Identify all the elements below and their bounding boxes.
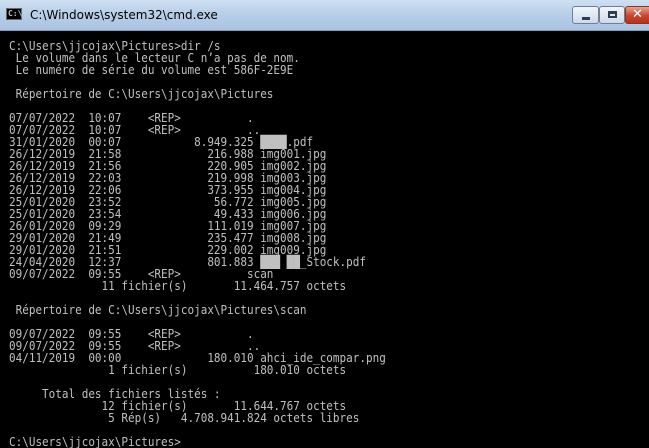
title-bar[interactable]: C:\ C:\Windows\system32\cmd.exe ✕	[0, 0, 649, 31]
minimize-button[interactable]	[572, 6, 599, 24]
console-line: 11 fichier(s) 11.464.757 octets	[9, 279, 347, 293]
close-button[interactable]: ✕	[625, 6, 649, 24]
minimize-icon	[582, 17, 590, 20]
maximize-button[interactable]	[599, 6, 625, 24]
maximize-icon	[608, 11, 617, 18]
console-line: Répertoire de C:\Users\jjcojax\Pictures\…	[9, 303, 307, 317]
window-title: C:\Windows\system32\cmd.exe	[30, 8, 218, 22]
console-line: Le numéro de série du volume est 586F-2E…	[9, 63, 294, 77]
command-prompt: C:\Users\jjcojax\Pictures>	[9, 435, 181, 448]
close-icon: ✕	[632, 7, 643, 22]
cmd-window: C:\ C:\Windows\system32\cmd.exe ✕ C:\Use…	[0, 0, 649, 448]
cmd-icon: C:\	[6, 8, 23, 20]
console-line: 5 Rép(s) 4.708.941.824 octets libres	[9, 411, 360, 425]
console-line: 1 fichier(s) 180.010 octets	[9, 363, 347, 377]
console-line: Répertoire de C:\Users\jjcojax\Pictures	[9, 87, 274, 101]
console-output[interactable]: C:\Users\jjcojax\Pictures>dir /s Le volu…	[0, 31, 649, 448]
